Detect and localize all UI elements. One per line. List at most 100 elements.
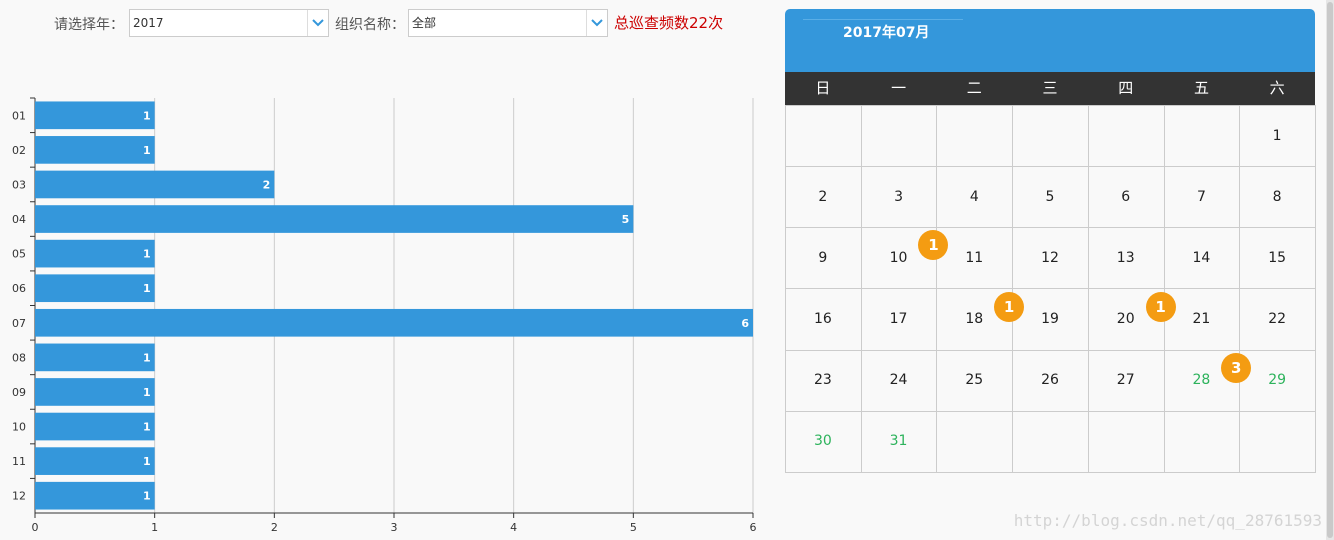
calendar-day-cell[interactable]: 1: [1239, 105, 1316, 168]
calendar-day-cell[interactable]: 31: [860, 410, 938, 473]
header-divider: [803, 19, 963, 20]
bar: [35, 205, 634, 233]
bar: [35, 343, 155, 372]
calendar-day-cell[interactable]: 7: [1163, 166, 1241, 229]
calendar-day-cell[interactable]: 24: [860, 349, 938, 412]
weekday-label: 三: [1042, 79, 1058, 97]
calendar-day-cell[interactable]: 6: [1087, 166, 1165, 229]
calendar-day-number: 13: [1116, 249, 1135, 266]
calendar-day-cell[interactable]: 27: [1087, 349, 1165, 412]
bar-value-label: 1: [143, 455, 151, 468]
calendar-day-number: 22: [1268, 311, 1287, 328]
calendar-day-number: 3: [894, 188, 904, 205]
calendar-day-cell: [1012, 105, 1089, 168]
calendar-day-cell: [936, 410, 1014, 473]
year-select[interactable]: 2017: [129, 9, 329, 37]
x-tick-label: 6: [750, 521, 757, 534]
total-patrol-count: 总巡查频数22次: [614, 14, 724, 32]
weekday-label: 二: [966, 79, 982, 97]
calendar-grid: 1 2 3 4 5 6 7 8 9 10 1 11 12 13 14 15 16 17 18 1 19 20 1 21 22 23…: [785, 105, 1316, 473]
calendar-day-number: 8: [1272, 188, 1282, 205]
calendar-day-number: 30: [813, 433, 832, 450]
calendar-day-number: 23: [813, 372, 832, 389]
calendar-day-cell[interactable]: 29: [1239, 349, 1316, 412]
bar: [35, 274, 155, 303]
scrollbar-thumb[interactable]: [1327, 2, 1333, 538]
bar-value-label: 1: [143, 144, 151, 157]
calendar-day-number: 1: [1272, 127, 1282, 144]
bar-value-label: 6: [741, 317, 749, 330]
bar-value-label: 2: [263, 178, 271, 191]
y-tick-label: 12: [12, 490, 26, 503]
x-tick-label: 2: [271, 521, 278, 534]
x-tick-label: 5: [630, 521, 637, 534]
calendar-day-cell[interactable]: 26: [1012, 349, 1089, 412]
calendar-day-cell[interactable]: 3: [860, 166, 938, 229]
calendar-day-number: 29: [1268, 372, 1287, 389]
calendar-day-cell[interactable]: 11: [936, 227, 1014, 290]
weekday-label: 一: [891, 79, 907, 97]
calendar-day-cell[interactable]: 19: [1012, 288, 1089, 351]
y-tick-label: 06: [12, 282, 26, 295]
calendar-day-number: 21: [1192, 311, 1211, 328]
bar-value-label: 1: [143, 386, 151, 399]
calendar-day-cell[interactable]: 22: [1239, 288, 1316, 351]
org-label: 组织名称：: [335, 17, 405, 33]
bar: [35, 481, 155, 510]
calendar-day-number: 18: [965, 311, 984, 328]
y-tick-label: 07: [12, 317, 26, 330]
calendar-day-cell[interactable]: 4: [936, 166, 1014, 229]
calendar-day-cell[interactable]: 17: [860, 288, 938, 351]
calendar-day-number: 28: [1192, 372, 1211, 389]
monthly-bar-chart: 0 1 2 3 4 5 601 102 103 204 505 106 107 608 109 110 111 1…: [12, 97, 757, 534]
calendar-day-number: 14: [1192, 249, 1211, 266]
calendar-day-number: 15: [1268, 249, 1287, 266]
calendar-day-cell[interactable]: 30: [785, 410, 862, 473]
calendar-day-cell[interactable]: 13: [1087, 227, 1165, 290]
calendar-day-number: 27: [1116, 372, 1135, 389]
chevron-down-icon[interactable]: [307, 10, 328, 36]
calendar-day-cell[interactable]: 20 1: [1087, 288, 1176, 351]
bar: [35, 447, 155, 475]
calendar-day-cell[interactable]: 12: [1012, 227, 1089, 290]
y-tick-label: 09: [12, 386, 26, 399]
calendar-day-cell[interactable]: 16: [785, 288, 862, 351]
year-select-value: 2017: [133, 16, 164, 30]
calendar-day-cell[interactable]: 2: [785, 166, 862, 229]
y-tick-label: 11: [12, 455, 26, 468]
calendar-day-number: 31: [889, 433, 908, 450]
calendar-day-cell[interactable]: 5: [1012, 166, 1089, 229]
calendar-day-cell[interactable]: 23: [785, 349, 862, 412]
y-tick-label: 05: [12, 248, 26, 261]
calendar-day-number: 6: [1121, 188, 1131, 205]
weekday-label: 五: [1193, 79, 1209, 97]
calendar-day-cell[interactable]: 15: [1239, 227, 1316, 290]
calendar-header: 2017年07月: [785, 9, 1315, 72]
calendar-day-number: 9: [818, 249, 828, 266]
y-tick-label: 02: [12, 144, 26, 157]
calendar-day-cell[interactable]: 25: [936, 349, 1014, 412]
calendar-day-cell[interactable]: 28 3: [1163, 349, 1252, 412]
calendar-day-number: 2: [818, 188, 828, 205]
org-select[interactable]: 全部: [408, 9, 608, 37]
calendar-day-number: 10: [889, 249, 908, 266]
calendar-day-cell[interactable]: 9: [785, 227, 862, 290]
calendar-day-cell[interactable]: 18 1: [936, 288, 1025, 351]
calendar-day-number: 7: [1196, 188, 1206, 205]
calendar-day-number: 17: [889, 311, 908, 328]
bar: [35, 412, 155, 441]
calendar-day-cell[interactable]: 10 1: [860, 227, 949, 290]
chevron-down-icon[interactable]: [586, 10, 607, 36]
calendar-day-cell[interactable]: 8: [1239, 166, 1316, 229]
calendar-day-cell: [1012, 410, 1089, 473]
bar-value-label: 5: [622, 213, 630, 226]
x-tick-label: 4: [510, 521, 517, 534]
calendar-day-cell[interactable]: 14: [1163, 227, 1241, 290]
calendar-day-cell[interactable]: 21: [1163, 288, 1241, 351]
scrollbar[interactable]: [1326, 0, 1334, 540]
calendar-day-number: 20: [1116, 311, 1135, 328]
y-tick-label: 10: [12, 421, 26, 434]
x-tick-label: 3: [391, 521, 398, 534]
calendar-title: 2017年07月: [843, 25, 930, 41]
bar-value-label: 1: [143, 490, 151, 503]
